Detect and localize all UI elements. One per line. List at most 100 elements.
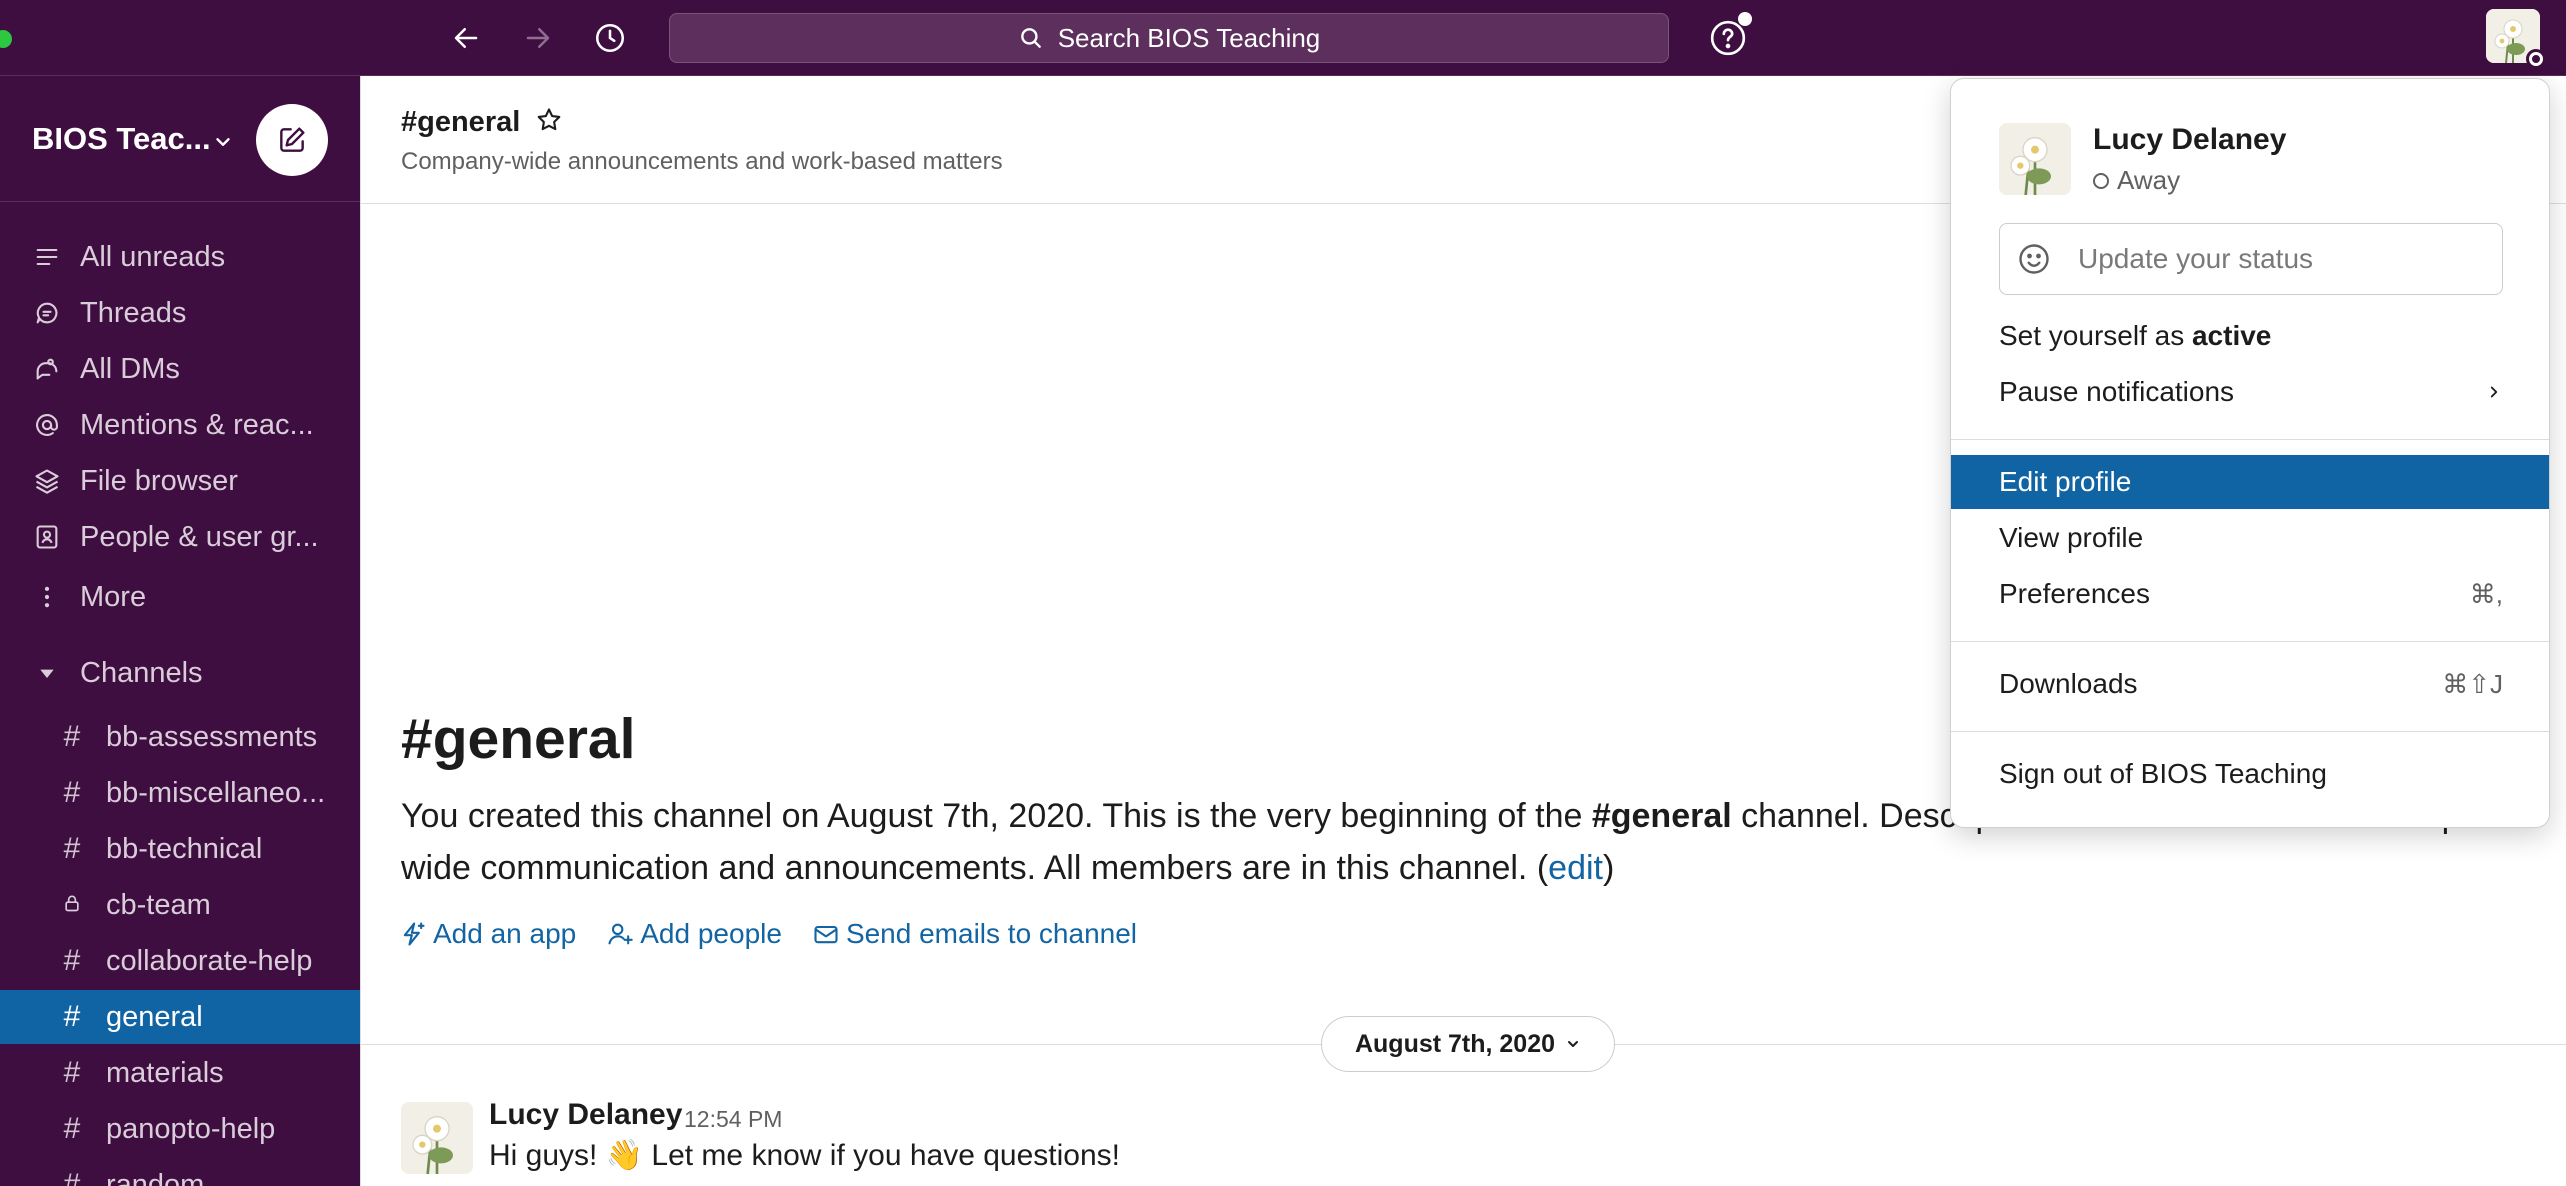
channel-name: random: [106, 1168, 205, 1186]
sidebar-item-label: People & user gr...: [80, 520, 319, 553]
user-avatar-icon: [401, 1102, 473, 1174]
sidebar-item-label: Mentions & reac...: [80, 408, 314, 441]
downloads-item[interactable]: Downloads ⌘⇧J: [1951, 657, 2549, 711]
pause-notifications-item[interactable]: Pause notifications: [1951, 365, 2549, 419]
channel-intro-title: #general: [401, 707, 636, 771]
search-placeholder: Search BIOS Teaching: [1057, 22, 1321, 53]
downloads-shortcut: ⌘⇧J: [2442, 668, 2503, 699]
sidebar-item-all-dms[interactable]: All DMs: [0, 342, 360, 396]
pause-notifications-label: Pause notifications: [1999, 376, 2235, 407]
profile-menu: Lucy Delaney Away Update your status Set…: [1950, 78, 2550, 828]
layers-icon: [30, 464, 64, 498]
preferences-shortcut: ⌘,: [2469, 578, 2503, 609]
preferences-item[interactable]: Preferences ⌘,: [1951, 567, 2549, 621]
channel-hash-icon: #: [63, 776, 81, 809]
user-avatar-icon: [1999, 123, 2071, 195]
channel-title[interactable]: #general: [401, 106, 520, 139]
workspace-header: BIOS Teac...: [0, 76, 360, 202]
sidebar-item-people[interactable]: People & user gr...: [0, 510, 360, 564]
chevron-down-icon[interactable]: [212, 131, 234, 153]
channel-item-cb-team[interactable]: cb-team: [0, 878, 360, 932]
dms-icon: [30, 352, 64, 386]
channel-item-bb-technical[interactable]: # bb-technical: [0, 822, 360, 876]
sidebar-item-label: All unreads: [80, 240, 226, 273]
forward-button[interactable]: [518, 18, 558, 58]
channel-item-random[interactable]: # random: [0, 1158, 360, 1186]
preferences-label: Preferences: [1999, 578, 2150, 609]
add-person-icon: [608, 923, 633, 945]
channel-name: bb-assessments: [106, 720, 318, 753]
sidebar-item-label: All DMs: [80, 352, 180, 385]
edit-link[interactable]: edit: [1548, 849, 1603, 887]
update-status-field[interactable]: Update your status: [1999, 223, 2503, 295]
away-status-icon: [2093, 172, 2109, 189]
history-button[interactable]: [590, 18, 630, 58]
star-icon[interactable]: [535, 106, 563, 134]
sidebar-item-label: More: [80, 580, 147, 613]
status-label: Away: [2117, 165, 2181, 195]
channels-section-toggle[interactable]: Channels: [0, 646, 360, 700]
notification-dot: [1738, 12, 1752, 26]
message-author[interactable]: Lucy Delaney: [489, 1098, 682, 1132]
menu-divider: [1951, 439, 2549, 440]
edit-profile-item[interactable]: Edit profile: [1951, 455, 2549, 509]
view-profile-item[interactable]: View profile: [1951, 511, 2549, 565]
back-arrow-icon: [454, 28, 478, 48]
sidebar-item-threads[interactable]: Threads: [0, 286, 360, 340]
intro-channel-name: #general: [1591, 797, 1732, 835]
channel-item-bb-assessments[interactable]: # bb-assessments: [0, 710, 360, 764]
sign-out-item[interactable]: Sign out of BIOS Teaching: [1951, 747, 2549, 801]
message-avatar[interactable]: [401, 1102, 473, 1174]
email-icon: [814, 925, 838, 944]
menu-user-name: Lucy Delaney: [2093, 123, 2287, 156]
menu-avatar: [1999, 123, 2071, 195]
slack-window: Search BIOS Teaching BIOS Teac... All un…: [0, 0, 2566, 1186]
channel-name: collaborate-help: [106, 944, 313, 977]
menu-divider: [1951, 641, 2549, 642]
more-icon: [30, 580, 64, 614]
search-bar[interactable]: Search BIOS Teaching: [669, 13, 1669, 63]
sidebar-item-more[interactable]: More: [0, 570, 360, 624]
channel-item-general[interactable]: # general: [0, 990, 360, 1044]
message-timestamp[interactable]: 12:54 PM: [684, 1106, 782, 1133]
sidebar: BIOS Teac... All unreads Threads All DMs…: [0, 76, 360, 1186]
channel-hash-icon: #: [63, 1056, 81, 1089]
sidebar-item-label: File browser: [80, 464, 238, 497]
sidebar-item-file-browser[interactable]: File browser: [0, 454, 360, 508]
window-zoom-dot[interactable]: [0, 30, 12, 48]
workspace-name[interactable]: BIOS Teac...: [32, 121, 211, 157]
compose-button[interactable]: [256, 104, 328, 176]
set-active-bold: active: [2191, 320, 2272, 351]
back-button[interactable]: [446, 18, 486, 58]
channel-item-bb-miscellaneous[interactable]: # bb-miscellaneo...: [0, 766, 360, 820]
channel-hash-icon: #: [63, 1000, 81, 1033]
channel-name: materials: [106, 1056, 224, 1089]
channel-name: bb-technical: [106, 832, 263, 865]
add-people-label: Add people: [640, 918, 782, 949]
channels-section-label: Channels: [80, 656, 203, 689]
mention-icon: [30, 408, 64, 442]
channel-description[interactable]: Company-wide announcements and work-base…: [401, 148, 1003, 176]
channel-item-panopto-help[interactable]: # panopto-help: [0, 1102, 360, 1156]
add-app-icon: [403, 922, 425, 946]
send-emails-button[interactable]: Send emails to channel: [812, 918, 1137, 950]
channel-item-materials[interactable]: # materials: [0, 1046, 360, 1100]
edit-profile-label: Edit profile: [1999, 466, 2132, 497]
channel-hash-icon: #: [63, 1112, 81, 1145]
date-divider-button[interactable]: August 7th, 2020: [1321, 1016, 1615, 1072]
channel-item-collaborate-help[interactable]: # collaborate-help: [0, 934, 360, 988]
threads-icon: [30, 296, 64, 330]
add-people-button[interactable]: Add people: [606, 918, 782, 950]
channel-name: bb-miscellaneo...: [106, 776, 326, 809]
channel-hash-icon: #: [63, 944, 81, 977]
sidebar-item-label: Threads: [80, 296, 187, 329]
presence-indicator: [2526, 49, 2546, 69]
channel-name: cb-team: [106, 888, 211, 921]
add-app-button[interactable]: Add an app: [399, 918, 576, 950]
sidebar-item-mentions[interactable]: Mentions & reac...: [0, 398, 360, 452]
channel-hash-icon: #: [63, 832, 81, 865]
sidebar-item-all-unreads[interactable]: All unreads: [0, 230, 360, 284]
set-active-text: Set yourself as: [1999, 320, 2192, 351]
view-profile-label: View profile: [1999, 522, 2144, 553]
set-active-item[interactable]: Set yourself as active: [1951, 309, 2549, 363]
